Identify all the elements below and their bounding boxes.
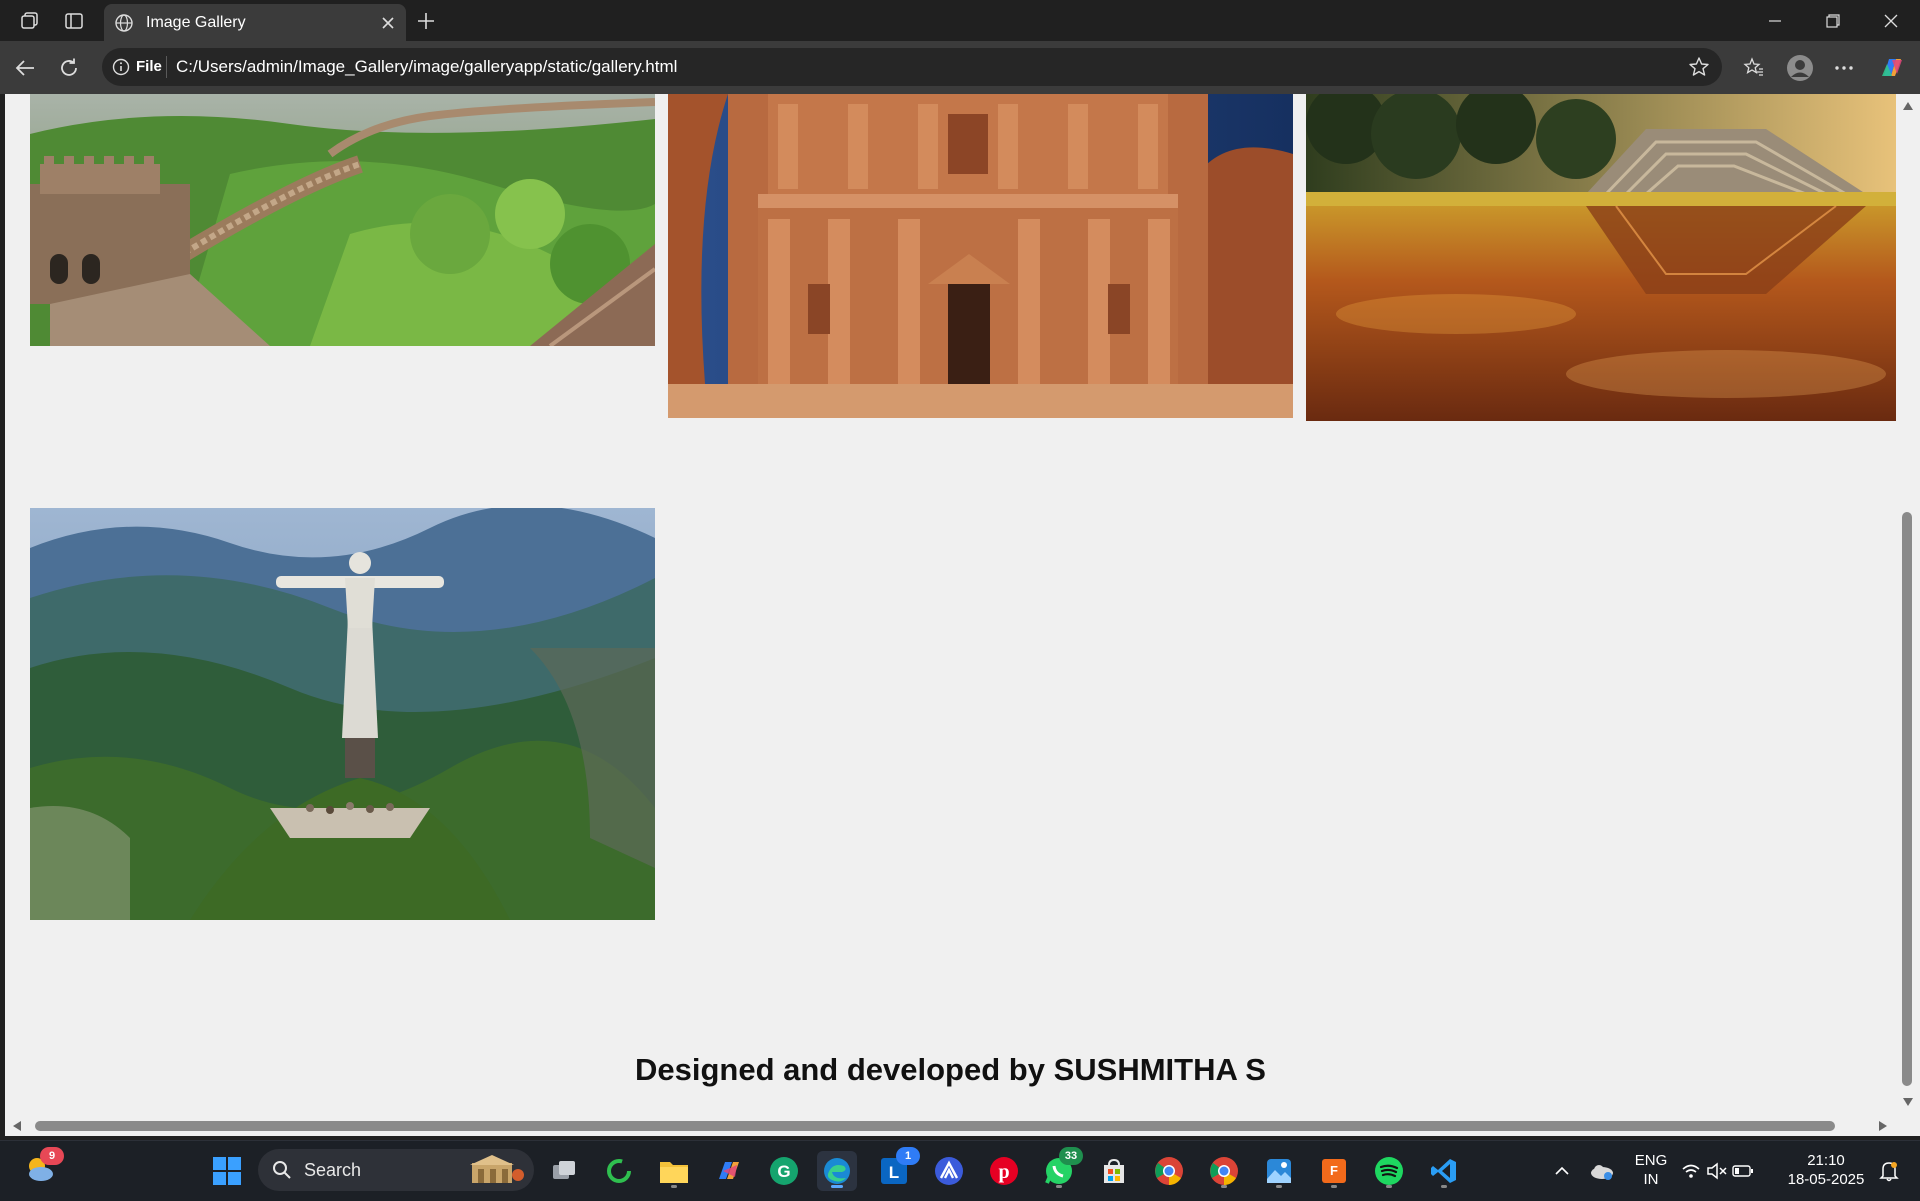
running-indicator <box>1221 1185 1227 1188</box>
close-window-icon[interactable] <box>1868 6 1914 36</box>
more-options-icon[interactable] <box>1826 50 1862 86</box>
wifi-icon[interactable] <box>1678 1151 1704 1191</box>
vscode-icon[interactable] <box>1424 1151 1464 1191</box>
gallery-image-great-wall[interactable] <box>30 94 655 346</box>
task-view-icon[interactable] <box>544 1151 584 1191</box>
scroll-right-icon[interactable] <box>1879 1121 1887 1131</box>
scroll-left-icon[interactable] <box>13 1121 21 1131</box>
back-icon[interactable] <box>8 51 42 85</box>
notifications-bell-icon[interactable] <box>1876 1151 1902 1191</box>
address-divider <box>166 56 167 78</box>
grammarly-icon[interactable]: G <box>764 1151 804 1191</box>
show-hidden-icons-chevron-icon[interactable] <box>1542 1151 1582 1191</box>
linkedin-badge: 1 <box>896 1147 920 1165</box>
workspaces-icon[interactable] <box>16 8 44 34</box>
globe-icon <box>115 14 133 32</box>
taskbar-search[interactable]: Search <box>258 1149 534 1191</box>
active-indicator <box>831 1185 843 1188</box>
vertical-scroll-thumb[interactable] <box>1902 512 1912 1086</box>
close-tab-icon[interactable] <box>378 13 398 33</box>
copilot-app-icon[interactable] <box>709 1151 749 1191</box>
taskbar: 9 Search G L 1 p 33 F ENG IN 21:10 18-05… <box>0 1140 1920 1201</box>
app-blue-triangle-icon[interactable] <box>929 1151 969 1191</box>
refresh-icon[interactable] <box>52 51 86 85</box>
chrome-profile-icon[interactable] <box>1204 1151 1244 1191</box>
browser-toolbar: File C:/Users/admin/Image_Gallery/image/… <box>0 41 1920 94</box>
tab-strip: Image Gallery <box>0 0 1920 41</box>
search-icon <box>273 1161 291 1179</box>
battery-icon[interactable] <box>1730 1151 1756 1191</box>
scroll-down-icon[interactable] <box>1903 1098 1913 1106</box>
url-text[interactable]: C:/Users/admin/Image_Gallery/image/galle… <box>176 57 677 77</box>
windows-start-icon[interactable] <box>207 1151 247 1191</box>
tab-title: Image Gallery <box>146 14 246 31</box>
running-indicator <box>671 1185 677 1188</box>
vertical-scrollbar[interactable] <box>1896 94 1920 1116</box>
language-code: ENG <box>1634 1152 1668 1169</box>
weather-widget-icon[interactable]: 9 <box>20 1147 64 1189</box>
scroll-up-icon[interactable] <box>1903 102 1913 110</box>
new-tab-icon[interactable] <box>412 8 440 34</box>
clock-date: 18-05-2025 <box>1787 1171 1865 1188</box>
horizontal-scroll-thumb[interactable] <box>35 1121 1835 1131</box>
address-bar[interactable]: File C:/Users/admin/Image_Gallery/image/… <box>102 48 1722 86</box>
info-icon[interactable] <box>112 58 130 76</box>
vertical-tabs-icon[interactable] <box>60 8 88 34</box>
clock-time: 21:10 <box>1807 1152 1845 1169</box>
photos-icon[interactable] <box>1259 1151 1299 1191</box>
search-highlight-icon <box>470 1155 524 1183</box>
file-label: File <box>136 58 162 75</box>
copilot-icon[interactable] <box>1874 50 1910 86</box>
running-indicator <box>1386 1185 1392 1188</box>
spotify-icon[interactable] <box>1369 1151 1409 1191</box>
search-label: Search <box>304 1160 362 1180</box>
pinterest-icon[interactable]: p <box>984 1151 1024 1191</box>
svg-text:p: p <box>998 1161 1009 1183</box>
chrome-icon[interactable] <box>1149 1151 1189 1191</box>
edge-browser-icon[interactable] <box>817 1151 857 1191</box>
minimize-icon[interactable] <box>1752 6 1798 36</box>
speaker-muted-icon[interactable] <box>1704 1151 1730 1191</box>
footer-credit: Designed and developed by SUSHMITHA S <box>634 1052 1266 1087</box>
gallery-image-petra[interactable] <box>668 94 1293 418</box>
tab-image-gallery[interactable]: Image Gallery <box>104 4 406 41</box>
language-indicator[interactable]: ENG IN <box>1628 1151 1674 1189</box>
onedrive-icon[interactable] <box>1582 1151 1622 1191</box>
favorites-icon[interactable] <box>1736 50 1772 86</box>
linkedin-icon[interactable]: L 1 <box>874 1147 920 1191</box>
favorite-star-icon[interactable] <box>1688 56 1710 78</box>
svg-text:F: F <box>1330 1163 1338 1178</box>
weather-badge: 9 <box>40 1147 64 1165</box>
gallery-image-christ-the-redeemer[interactable] <box>30 508 655 920</box>
horizontal-scrollbar[interactable] <box>5 1116 1920 1136</box>
whatsapp-icon[interactable]: 33 <box>1039 1147 1083 1191</box>
app-green-ring-icon[interactable] <box>599 1151 639 1191</box>
svg-text:L: L <box>889 1163 899 1182</box>
microsoft-store-icon[interactable] <box>1094 1151 1134 1191</box>
file-explorer-icon[interactable] <box>654 1151 694 1191</box>
profile-avatar-icon[interactable] <box>1782 50 1818 86</box>
running-indicator <box>1331 1185 1337 1188</box>
fruity-loops-icon[interactable]: F <box>1314 1151 1354 1191</box>
running-indicator <box>1276 1185 1282 1188</box>
running-indicator <box>1056 1185 1062 1188</box>
restore-icon[interactable] <box>1810 6 1856 36</box>
running-indicator <box>1441 1185 1447 1188</box>
whatsapp-badge: 33 <box>1059 1147 1083 1165</box>
gallery-image-chichen-itza[interactable] <box>1306 94 1896 421</box>
clock[interactable]: 21:10 18-05-2025 <box>1776 1151 1876 1189</box>
language-region: IN <box>1643 1171 1659 1188</box>
page-viewport: Designed and developed by SUSHMITHA S <box>5 94 1896 1116</box>
svg-text:G: G <box>777 1162 790 1181</box>
